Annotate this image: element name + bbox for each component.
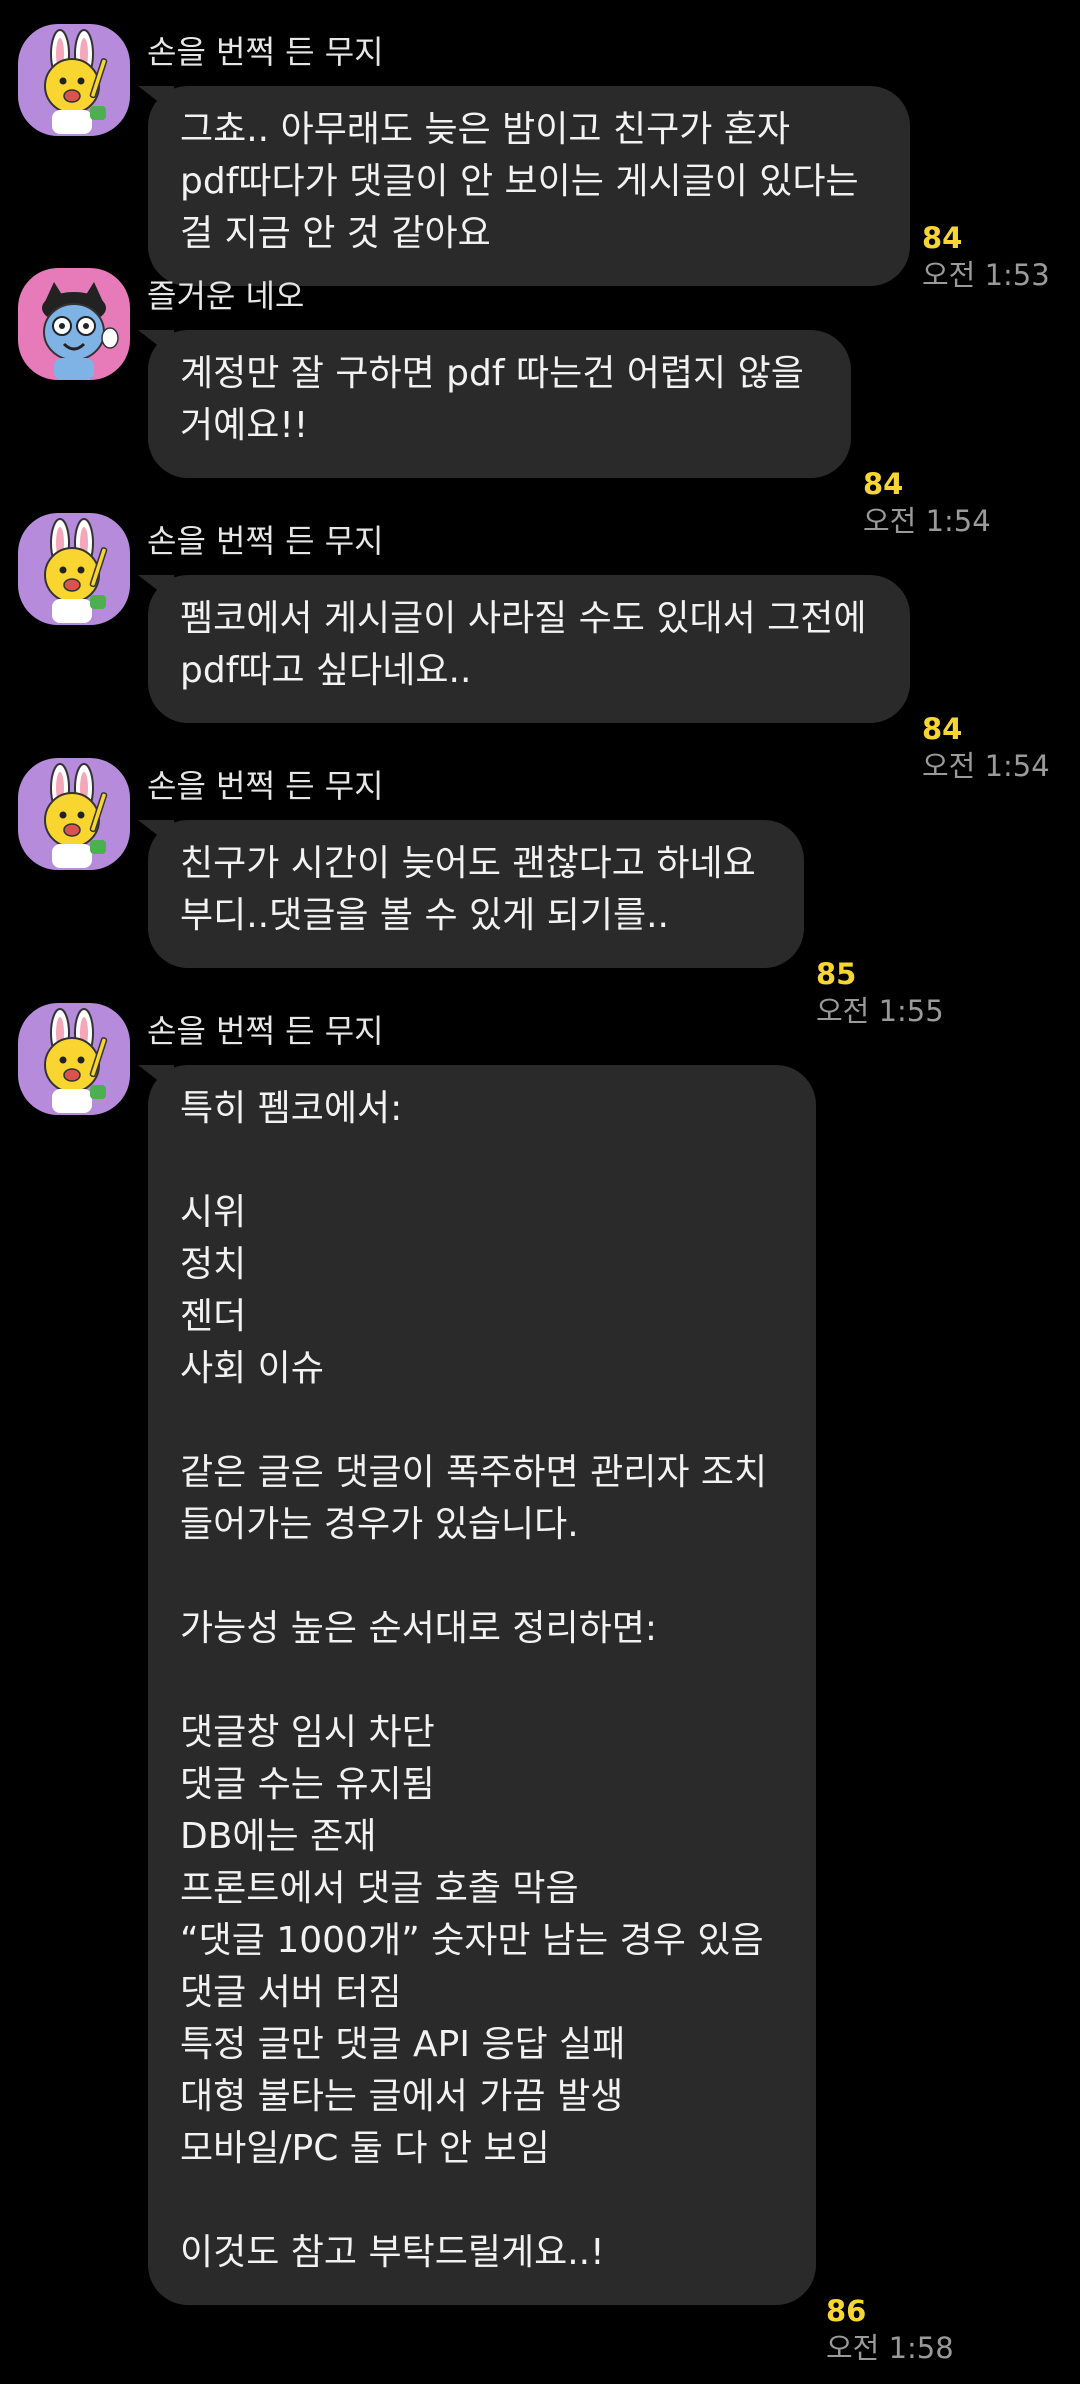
unread-count: 85 — [816, 957, 857, 991]
message-time: 오전 1:53 — [922, 258, 1050, 292]
message-bubble[interactable]: 계정만 잘 구하면 pdf 따는건 어렵지 않을 거예요!! — [148, 330, 851, 478]
unread-count: 86 — [826, 2294, 867, 2328]
unread-count: 84 — [863, 467, 904, 501]
sender-name: 손을 번쩍 든 무지 — [147, 767, 384, 805]
muzi-avatar-icon[interactable] — [18, 513, 130, 625]
muzi-avatar-icon[interactable] — [18, 24, 130, 136]
message-bubble[interactable]: 펨코에서 게시글이 사라질 수도 있대서 그전에 pdf따고 싶다네요.. — [148, 575, 910, 723]
sender-name: 손을 번쩍 든 무지 — [147, 33, 384, 71]
message-meta: 86 오전 1:58 — [826, 2293, 954, 2367]
muzi-avatar-icon[interactable] — [18, 758, 130, 870]
message-time: 오전 1:54 — [922, 749, 1050, 783]
message-meta: 84 오전 1:54 — [863, 466, 991, 540]
message-meta: 85 오전 1:55 — [816, 956, 944, 1030]
message-meta: 84 오전 1:54 — [922, 711, 1050, 785]
message-time: 오전 1:54 — [863, 504, 991, 538]
neo-avatar-icon[interactable] — [18, 268, 130, 380]
unread-count: 84 — [922, 221, 963, 255]
message-bubble[interactable]: 친구가 시간이 늦어도 괜찮다고 하네요 부디..댓글을 볼 수 있게 되기를.… — [148, 820, 804, 968]
sender-name: 손을 번쩍 든 무지 — [147, 522, 384, 560]
message-bubble[interactable]: 특히 펨코에서: 시위 정치 젠더 사회 이슈 같은 글은 댓글이 폭주하면 관… — [148, 1065, 816, 2305]
message-meta: 84 오전 1:53 — [922, 220, 1050, 294]
sender-name: 즐거운 네오 — [147, 277, 305, 315]
unread-count: 84 — [922, 712, 963, 746]
message-bubble[interactable]: 그쵸.. 아무래도 늦은 밤이고 친구가 혼자 pdf따다가 댓글이 안 보이는… — [148, 86, 910, 286]
message-time: 오전 1:55 — [816, 994, 944, 1028]
sender-name: 손을 번쩍 든 무지 — [147, 1012, 384, 1050]
muzi-avatar-icon[interactable] — [18, 1003, 130, 1115]
message-time: 오전 1:58 — [826, 2331, 954, 2365]
